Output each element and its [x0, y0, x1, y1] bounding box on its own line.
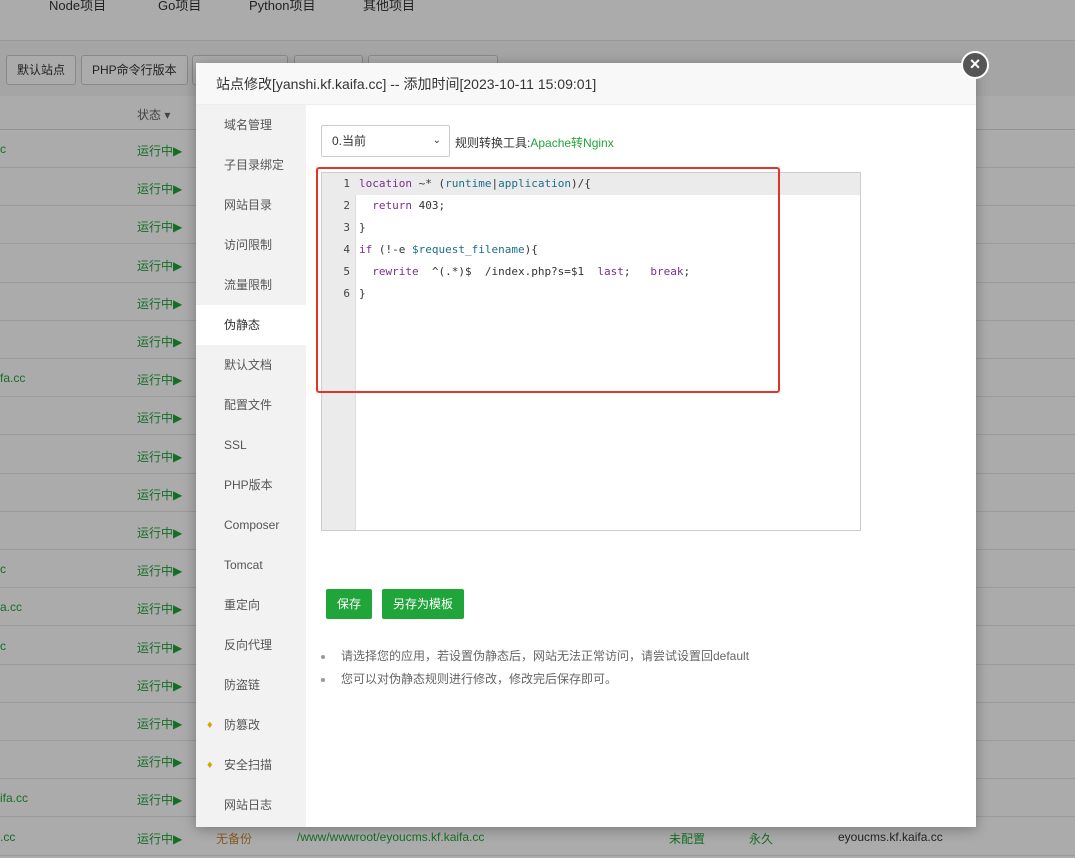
sidebar-item[interactable]: 流量限制 [196, 265, 306, 305]
save-as-template-button[interactable]: 另存为模板 [382, 589, 465, 619]
sidebar-item-label: 防篡改 [224, 718, 261, 732]
highlight-box [316, 167, 780, 393]
sidebar-item-label: 安全扫描 [224, 758, 273, 772]
sidebar-item-label: Composer [224, 518, 280, 532]
sidebar-item[interactable]: PHP版本 [196, 465, 306, 505]
sidebar-item-label: 配置文件 [224, 398, 273, 412]
sidebar-item[interactable]: 伪静态 [196, 305, 306, 345]
sidebar-item-label: 流量限制 [224, 278, 273, 292]
tips-list: 请选择您的应用，若设置伪静态后，网站无法正常访问，请尝试设置回default 您… [321, 645, 749, 691]
apache-to-nginx-link[interactable]: Apache转Nginx [530, 136, 613, 150]
sidebar-item[interactable]: 访问限制 [196, 225, 306, 265]
sidebar-item[interactable]: ♦ 安全扫描 [196, 745, 306, 785]
sidebar-item[interactable]: Composer [196, 505, 306, 545]
chevron-down-icon: ⌄ [432, 135, 441, 146]
sidebar-item[interactable]: 防盗链 [196, 665, 306, 705]
select-value: 0.当前 [332, 134, 367, 148]
sidebar-item-label: 重定向 [224, 598, 261, 612]
sidebar-item[interactable]: 网站日志 [196, 785, 306, 825]
sidebar-item[interactable]: 域名管理 [196, 105, 306, 145]
converter-tool: 规则转换工具:Apache转Nginx [455, 134, 614, 151]
sidebar-item[interactable]: 默认文档 [196, 345, 306, 385]
sidebar-item-label: 访问限制 [224, 238, 273, 252]
tip-item: 您可以对伪静态规则进行修改，修改完后保存即可。 [321, 668, 749, 691]
sidebar-item[interactable]: 重定向 [196, 585, 306, 625]
converter-label: 规则转换工具: [455, 136, 531, 150]
sidebar-item-label: SSL [224, 438, 247, 452]
sidebar-item-label: 默认文档 [224, 358, 273, 372]
sidebar-item-label: PHP版本 [224, 478, 273, 492]
sidebar-item[interactable]: 子目录绑定 [196, 145, 306, 185]
sidebar-item-label: 网站日志 [224, 798, 273, 812]
sidebar-item-label: 网站目录 [224, 198, 273, 212]
sidebar-item-label: 防盗链 [224, 678, 261, 692]
sidebar-item-label: 伪静态 [224, 318, 261, 332]
sidebar-item[interactable]: 反向代理 [196, 625, 306, 665]
sidebar-item[interactable]: SSL [196, 425, 306, 465]
modal-sidebar: 域名管理子目录绑定网站目录访问限制流量限制伪静态默认文档配置文件 SSL PHP版本… [196, 105, 306, 827]
sidebar-item[interactable]: Tomcat [196, 545, 306, 585]
sidebar-item[interactable]: ♦ 防篡改 [196, 705, 306, 745]
sidebar-item-label: 反向代理 [224, 638, 273, 652]
rewrite-template-select[interactable]: 0.当前 ⌄ [321, 125, 450, 157]
save-button[interactable]: 保存 [326, 589, 373, 619]
gem-icon: ♦ [207, 759, 213, 771]
tip-item: 请选择您的应用，若设置伪静态后，网站无法正常访问，请尝试设置回default [321, 645, 749, 668]
modal-title: 站点修改[yanshi.kf.kaifa.cc] -- 添加时间[2023-10… [196, 63, 976, 105]
sidebar-item-label: 域名管理 [224, 118, 273, 132]
sidebar-item[interactable]: 网站目录 [196, 185, 306, 225]
sidebar-item-label: 子目录绑定 [224, 158, 285, 172]
sidebar-item[interactable]: 配置文件 [196, 385, 306, 425]
sidebar-item-label: Tomcat [224, 558, 263, 572]
gem-icon: ♦ [207, 719, 213, 731]
close-icon[interactable]: × [961, 51, 989, 79]
